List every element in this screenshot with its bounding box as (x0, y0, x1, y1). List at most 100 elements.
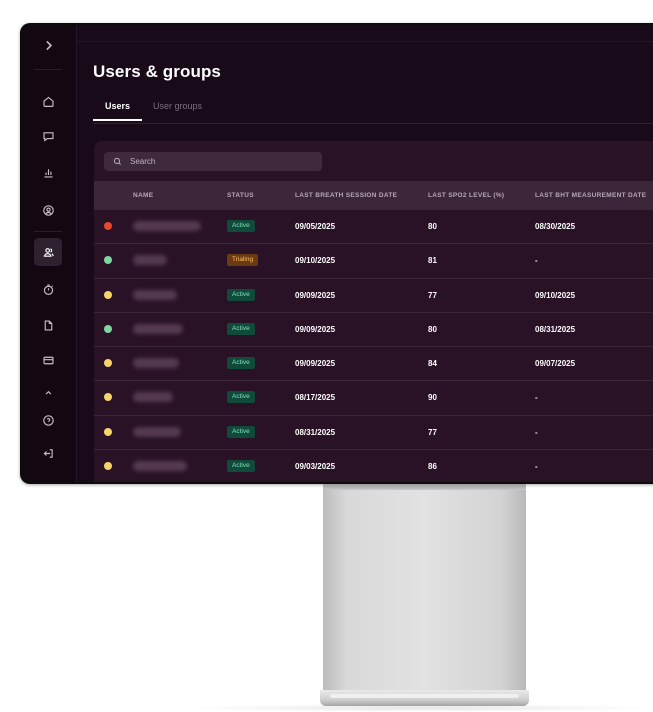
user-name-redacted (133, 255, 167, 266)
user-name-redacted (133, 461, 187, 472)
spo2-level-cell: 80 (428, 222, 437, 231)
breath-session-date-cell: 09/09/2025 (295, 324, 336, 334)
app-screen: Users & groups Users User groups NAME ST… (22, 25, 653, 482)
status-badge: Active (227, 425, 255, 438)
status-indicator-dot (104, 359, 112, 368)
table-row[interactable]: Active 09/03/2025 86 - (94, 450, 653, 482)
bht-measurement-date-cell: - (535, 462, 538, 472)
user-name-redacted (133, 221, 201, 231)
table-row[interactable]: Active 08/31/2025 77 - (94, 416, 653, 451)
monitor-stand-highlight (330, 694, 519, 698)
chat-icon (42, 131, 54, 142)
status-indicator-dot (104, 393, 112, 402)
sidebar-item-logout[interactable] (34, 439, 62, 467)
status-badge: Trialing (227, 254, 259, 267)
sidebar-item-home[interactable] (34, 87, 62, 115)
search-icon (113, 157, 121, 165)
bar-chart-icon (43, 168, 53, 178)
header-divider (77, 41, 653, 42)
status-indicator-dot (104, 427, 112, 436)
search-box[interactable] (104, 152, 322, 171)
status-indicator-dot (104, 462, 112, 471)
status-indicator-dot (104, 324, 112, 333)
table-row[interactable]: Active 08/17/2025 90 - (94, 381, 653, 416)
table-row[interactable]: Active 09/09/2025 80 08/31/2025 (94, 313, 653, 348)
status-indicator-dot (104, 290, 112, 299)
tab-users[interactable]: Users (93, 101, 143, 121)
breath-session-date-cell: 09/09/2025 (295, 359, 336, 369)
spo2-level-cell: 90 (428, 393, 437, 403)
column-header-bht-date[interactable]: LAST BHT MEASUREMENT DATE (535, 181, 646, 210)
sidebar-divider (34, 69, 62, 70)
spo2-level-cell: 84 (428, 359, 437, 369)
breath-session-date-cell: 09/03/2025 (295, 462, 336, 472)
sidebar-item-profile[interactable] (34, 196, 62, 224)
sidebar-item-timer[interactable] (34, 275, 62, 303)
sidebar-item-help[interactable] (34, 406, 62, 434)
sidebar-item-users-groups[interactable] (34, 238, 62, 266)
status-badge: Active (227, 220, 255, 232)
bht-measurement-date-cell: - (535, 256, 538, 266)
sidebar (22, 25, 77, 482)
column-header-name[interactable]: NAME (133, 181, 153, 210)
table-body: Active 09/05/2025 80 08/30/2025 Trialing 09/1… (94, 210, 653, 482)
spo2-level-cell: 77 (428, 290, 437, 300)
spo2-level-cell: 77 (428, 427, 437, 437)
status-badge: Active (227, 391, 255, 404)
chevron-up-icon[interactable] (34, 385, 62, 399)
search-input[interactable] (128, 156, 312, 167)
table-row[interactable]: Active 09/05/2025 80 08/30/2025 (94, 210, 653, 245)
main-content: Users & groups Users User groups NAME ST… (77, 25, 653, 482)
status-indicator-dot (104, 256, 112, 265)
column-header-status[interactable]: STATUS (227, 181, 254, 210)
stand-shadow (180, 704, 653, 712)
column-header-breath-date[interactable]: LAST BREATH SESSION DATE (295, 181, 397, 210)
status-indicator-dot (104, 222, 112, 230)
user-circle-icon (42, 204, 54, 216)
bht-measurement-date-cell: - (535, 427, 538, 437)
user-name-redacted (133, 392, 173, 403)
table-row[interactable]: Active 09/09/2025 84 09/07/2025 (94, 347, 653, 382)
users-table: NAME STATUS LAST BREATH SESSION DATE LAS… (94, 181, 653, 482)
user-name-redacted (133, 323, 183, 334)
column-header-spo2[interactable]: LAST SPO2 LEVEL (%) (428, 181, 504, 210)
spo2-level-cell: 86 (428, 462, 437, 472)
spo2-level-cell: 81 (428, 256, 437, 266)
bht-measurement-date-cell: 08/31/2025 (535, 324, 576, 334)
stopwatch-icon (43, 283, 53, 295)
breath-session-date-cell: 08/31/2025 (295, 427, 336, 437)
tab-user-groups[interactable]: User groups (141, 101, 214, 119)
users-panel: NAME STATUS LAST BREATH SESSION DATE LAS… (94, 141, 653, 482)
status-badge: Active (227, 288, 255, 301)
tab-bar: Users User groups (93, 101, 653, 123)
chevron-right-icon[interactable] (34, 31, 62, 59)
status-badge: Active (227, 357, 255, 370)
user-name-redacted (133, 289, 177, 300)
logout-icon (43, 448, 53, 458)
table-row[interactable]: Trialing 09/10/2025 81 - (94, 244, 653, 279)
status-badge: Active (227, 460, 255, 473)
spo2-level-cell: 80 (428, 324, 437, 334)
home-icon (42, 96, 54, 107)
table-row[interactable]: Active 09/09/2025 77 09/10/2025 (94, 279, 653, 313)
page-title: Users & groups (93, 62, 221, 81)
sidebar-item-documents[interactable] (34, 311, 62, 339)
users-icon (43, 247, 54, 257)
breath-session-date-cell: 08/17/2025 (295, 393, 336, 403)
user-name-redacted (133, 358, 179, 369)
credit-card-icon (42, 356, 54, 364)
bht-measurement-date-cell: 09/07/2025 (535, 359, 576, 369)
bht-measurement-date-cell: 08/30/2025 (535, 222, 576, 231)
sidebar-item-analytics[interactable] (34, 158, 62, 186)
sidebar-item-billing[interactable] (34, 346, 62, 374)
document-icon (44, 319, 52, 331)
status-badge: Active (227, 322, 255, 335)
table-header: NAME STATUS LAST BREATH SESSION DATE LAS… (94, 181, 653, 210)
breath-session-date-cell: 09/10/2025 (295, 256, 336, 266)
user-name-redacted (133, 426, 181, 437)
breath-session-date-cell: 09/05/2025 (295, 222, 336, 231)
bht-measurement-date-cell: - (535, 393, 538, 403)
sidebar-item-messages[interactable] (34, 122, 62, 150)
sidebar-divider (34, 231, 62, 232)
monitor-stand (323, 484, 526, 692)
